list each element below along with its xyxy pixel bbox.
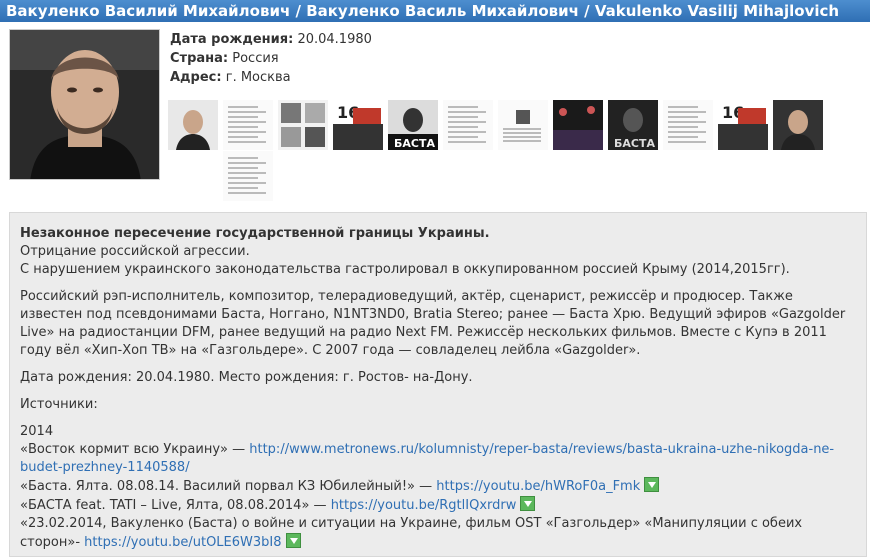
- source-text: «Баста. Ялта. 08.08.14. Василий порвал К…: [20, 479, 437, 494]
- svg-text:БАСТА: БАСТА: [614, 137, 655, 150]
- profile-info: Дата рождения: 20.04.1980 Страна: Россия…: [170, 30, 372, 87]
- sources-year: 2014: [20, 424, 54, 439]
- source-item: «23.02.2014, Вакуленко (Баста) о войне и…: [20, 515, 856, 552]
- address-label: Адрес:: [170, 70, 222, 85]
- birth-text: Дата рождения: 20.04.1980. Место рождени…: [20, 370, 473, 385]
- note-line: Отрицание российской агрессии.: [20, 244, 250, 259]
- source-item: «Восток кормит всю Украину» — http://www…: [20, 441, 856, 477]
- source-link[interactable]: https://youtu.be/RgtlIQxrdrw: [331, 498, 517, 513]
- profile-photo[interactable]: [9, 29, 160, 180]
- gallery-thumbnail[interactable]: [498, 100, 548, 150]
- country-label: Страна:: [170, 51, 229, 66]
- bio-text: Российский рэп-исполнитель, композитор, …: [20, 289, 846, 358]
- gallery-thumbnail[interactable]: БАСТА: [608, 100, 658, 150]
- gallery-thumbnail[interactable]: [663, 100, 713, 150]
- gallery-thumbnail[interactable]: [278, 100, 328, 150]
- gallery-thumbnail[interactable]: [443, 100, 493, 150]
- source-text: «Восток кормит всю Украину» —: [20, 442, 250, 457]
- source-item: «Баста. Ялта. 08.08.14. Василий порвал К…: [20, 477, 856, 496]
- birth-label: Дата рождения:: [170, 32, 294, 47]
- gallery-thumbnail[interactable]: БАСТА: [388, 100, 438, 150]
- gallery-thumbnail[interactable]: [168, 100, 218, 150]
- svg-text:БАСТА: БАСТА: [394, 137, 435, 150]
- person-portrait-icon: [10, 30, 159, 179]
- source-text: «БАСТА feat. TATI – Live, Ялта, 08.08.20…: [20, 498, 331, 513]
- gallery-thumbnail[interactable]: [553, 100, 603, 150]
- description-card: Незаконное пересечение государственной г…: [9, 212, 867, 557]
- gallery-thumbnail[interactable]: 16: [718, 100, 768, 150]
- headline: Незаконное пересечение государственной г…: [20, 226, 490, 241]
- source-link[interactable]: https://youtu.be/hWRoF0a_Fmk: [436, 479, 640, 494]
- gallery-thumbnail[interactable]: [773, 100, 823, 150]
- sources-label: Источники:: [20, 397, 98, 412]
- birth-value: 20.04.1980: [297, 32, 372, 47]
- note-line: С нарушением украинского законодательств…: [20, 262, 790, 277]
- sources-list: «Восток кормит всю Украину» — http://www…: [20, 441, 856, 552]
- download-icon[interactable]: [285, 533, 301, 548]
- page-title: Вакуленко Василий Михайлович / Вакуленко…: [0, 0, 870, 22]
- source-item: «БАСТА feat. TATI – Live, Ялта, 08.08.20…: [20, 496, 856, 515]
- gallery-thumbnail[interactable]: [223, 151, 273, 201]
- download-icon[interactable]: [644, 477, 660, 492]
- address-value: г. Москва: [225, 70, 291, 85]
- source-link[interactable]: https://youtu.be/utOLE6W3bI8: [84, 535, 281, 550]
- country-value: Россия: [232, 51, 279, 66]
- gallery-thumbnail[interactable]: [223, 100, 273, 150]
- download-icon[interactable]: [520, 496, 536, 511]
- gallery-thumbnail[interactable]: 16: [333, 100, 383, 150]
